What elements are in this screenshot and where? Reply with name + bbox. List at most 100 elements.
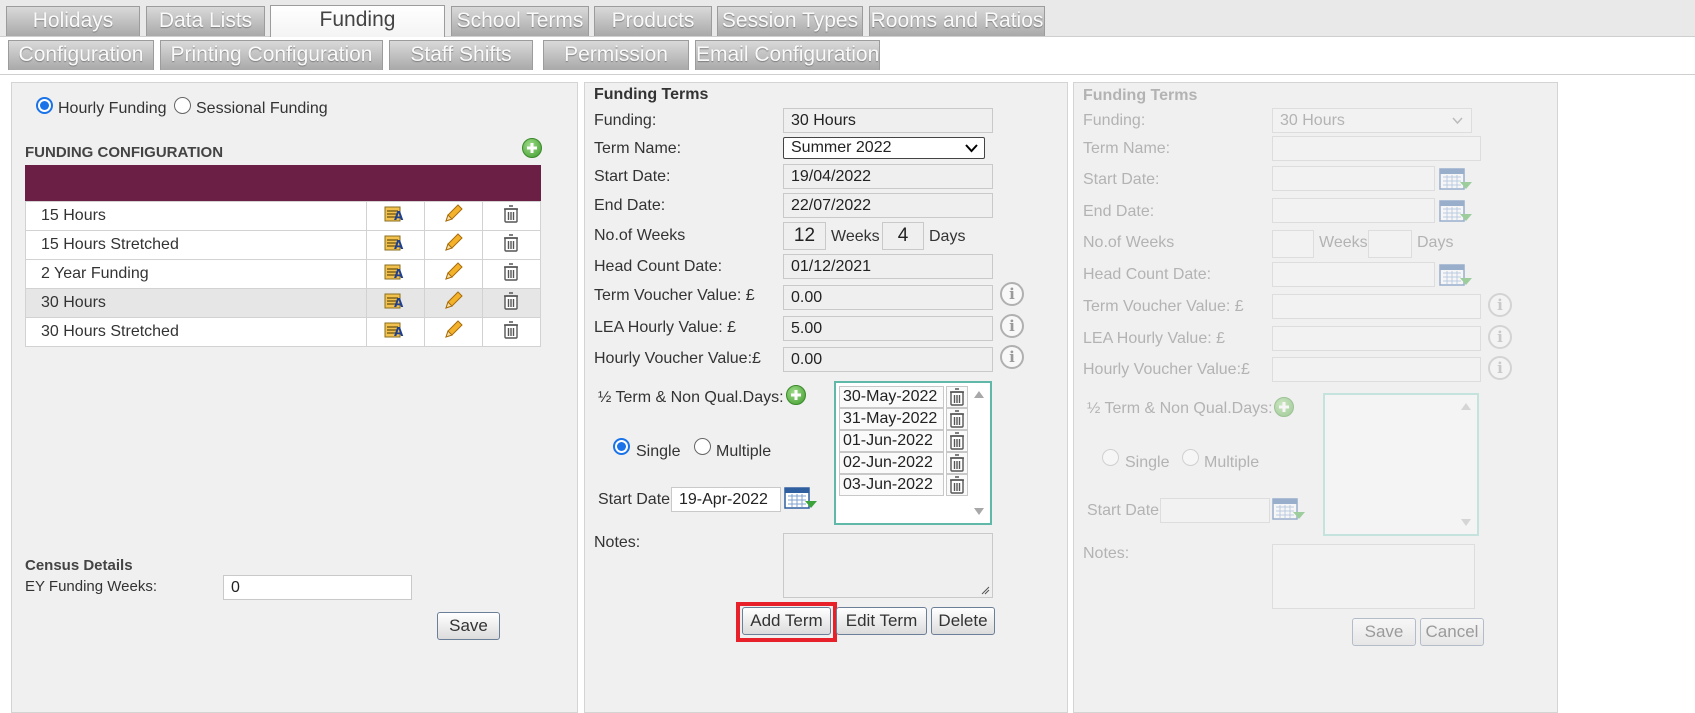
edit-icon[interactable] [442, 261, 464, 288]
info-icon[interactable]: i [1000, 314, 1024, 338]
multiple-radio[interactable] [694, 438, 711, 455]
delete-icon[interactable] [946, 386, 968, 408]
edit-icon[interactable] [442, 232, 464, 259]
end-date-label: End Date: [594, 197, 666, 214]
cancel-button-disabled: Cancel [1420, 618, 1484, 646]
delete-icon[interactable] [503, 204, 519, 228]
start-date-input[interactable]: 19-Apr-2022 [671, 487, 781, 512]
add-term-button[interactable]: Add Term [742, 607, 831, 635]
report-icon[interactable]: A [383, 320, 407, 345]
funding-label: Funding: [594, 112, 657, 129]
report-icon[interactable]: A [383, 291, 407, 316]
edit-icon-cell [423, 230, 483, 260]
tab-printing-configuration[interactable]: Printing Configuration [160, 40, 383, 70]
table-row[interactable]: 30 Hours Stretched A [25, 317, 542, 347]
delete-icon-cell [481, 230, 542, 260]
funding-table-header [25, 165, 541, 201]
edit-icon[interactable] [442, 319, 464, 346]
list-item[interactable]: 01-Jun-2022 [839, 430, 944, 452]
report-icon-cell: A [365, 201, 425, 231]
delete-icon[interactable] [946, 452, 968, 474]
chevron-down-icon [1452, 117, 1463, 125]
funding-name-cell: 15 Hours Stretched [25, 230, 367, 260]
sessional-funding-radio[interactable] [174, 97, 191, 114]
tab-session-types[interactable]: Session Types [717, 6, 863, 36]
head-count-field-disabled [1272, 262, 1435, 287]
edit-icon[interactable] [442, 290, 464, 317]
table-row[interactable]: 15 Hours A [25, 201, 542, 231]
single-label-disabled: Single [1125, 454, 1170, 471]
funding-name-cell: 2 Year Funding [25, 259, 367, 289]
svg-text:A: A [394, 296, 404, 310]
term-voucher-label: Term Voucher Value: £ [594, 287, 755, 304]
edit-icon-cell [423, 317, 483, 347]
hourly-voucher-field: 0.00 [783, 347, 993, 372]
ey-funding-weeks-label: EY Funding Weeks: [25, 578, 158, 595]
ey-funding-weeks-input[interactable]: 0 [223, 575, 412, 600]
term-voucher-field-disabled [1272, 294, 1481, 319]
tab-email-configuration[interactable]: Email Configuration [695, 40, 880, 70]
funding-name-cell: 30 Hours Stretched [25, 317, 367, 347]
tab-data-lists[interactable]: Data Lists [146, 6, 265, 36]
single-radio[interactable] [613, 438, 630, 455]
delete-icon[interactable] [946, 430, 968, 452]
calendar-icon [1439, 264, 1472, 286]
term-name-label: Term Name: [594, 140, 682, 157]
tab-staff-shifts[interactable]: Staff Shifts [389, 40, 533, 70]
delete-icon[interactable] [946, 408, 968, 430]
delete-term-button[interactable]: Delete [931, 607, 995, 635]
delete-icon-cell [481, 201, 542, 231]
tab-products[interactable]: Products [594, 6, 712, 36]
head-count-date-field: 01/12/2021 [783, 254, 993, 279]
tab-permission[interactable]: Permission [543, 40, 689, 70]
edit-icon[interactable] [442, 203, 464, 230]
delete-icon[interactable] [503, 320, 519, 344]
tab-funding[interactable]: Funding [270, 5, 445, 37]
add-funding-icon[interactable] [522, 138, 542, 158]
delete-icon[interactable] [503, 233, 519, 257]
tab-rooms-and-ratios[interactable]: Rooms and Ratios [869, 6, 1045, 36]
start-date-label-2-disabled: Start Date [1087, 502, 1160, 519]
info-icon[interactable]: i [1000, 282, 1024, 306]
table-row[interactable]: 30 Hours A [25, 288, 542, 318]
list-item[interactable]: 30-May-2022 [839, 386, 944, 408]
notes-textarea[interactable] [783, 533, 993, 598]
non-qual-days-list-disabled [1323, 393, 1479, 536]
save-census-button[interactable]: Save [437, 612, 500, 640]
tab-school-terms[interactable]: School Terms [451, 6, 589, 36]
funding-select-disabled: 30 Hours [1272, 108, 1472, 133]
tab-holidays[interactable]: Holidays [6, 6, 140, 36]
list-item[interactable]: 03-Jun-2022 [839, 474, 944, 496]
table-row[interactable]: 2 Year Funding A [25, 259, 542, 289]
list-item[interactable]: 31-May-2022 [839, 408, 944, 430]
delete-icon[interactable] [503, 291, 519, 315]
tab-configuration[interactable]: Configuration [8, 40, 154, 70]
svg-text:A: A [394, 267, 404, 281]
scroll-up-icon[interactable] [974, 391, 984, 398]
term-name-field-disabled [1272, 136, 1481, 161]
delete-icon-cell [481, 288, 542, 318]
delete-icon[interactable] [503, 262, 519, 286]
table-row[interactable]: 15 Hours Stretched A [25, 230, 542, 260]
add-non-qual-day-icon[interactable] [786, 385, 806, 405]
lea-hourly-field: 5.00 [783, 316, 993, 341]
days-field-disabled [1368, 230, 1412, 258]
funding-name-cell: 30 Hours [25, 288, 367, 318]
weeks-label: No.of Weeks [594, 227, 686, 244]
resize-handle-icon[interactable] [981, 586, 990, 595]
list-item[interactable]: 02-Jun-2022 [839, 452, 944, 474]
hourly-funding-radio[interactable] [36, 97, 53, 114]
report-icon[interactable]: A [383, 204, 407, 229]
notes-label-disabled: Notes: [1083, 545, 1130, 562]
half-term-label: ½ Term & Non Qual.Days: [598, 389, 784, 406]
edit-term-button[interactable]: Edit Term [836, 607, 927, 635]
report-icon[interactable]: A [383, 233, 407, 258]
report-icon[interactable]: A [383, 262, 407, 287]
term-name-select[interactable]: Summer 2022 [783, 137, 985, 159]
sessional-funding-label: Sessional Funding [196, 100, 328, 117]
delete-icon[interactable] [946, 474, 968, 496]
add-non-qual-day-icon [1274, 397, 1294, 417]
scroll-down-icon[interactable] [974, 508, 984, 515]
calendar-icon[interactable] [784, 486, 818, 510]
info-icon[interactable]: i [1000, 345, 1024, 369]
